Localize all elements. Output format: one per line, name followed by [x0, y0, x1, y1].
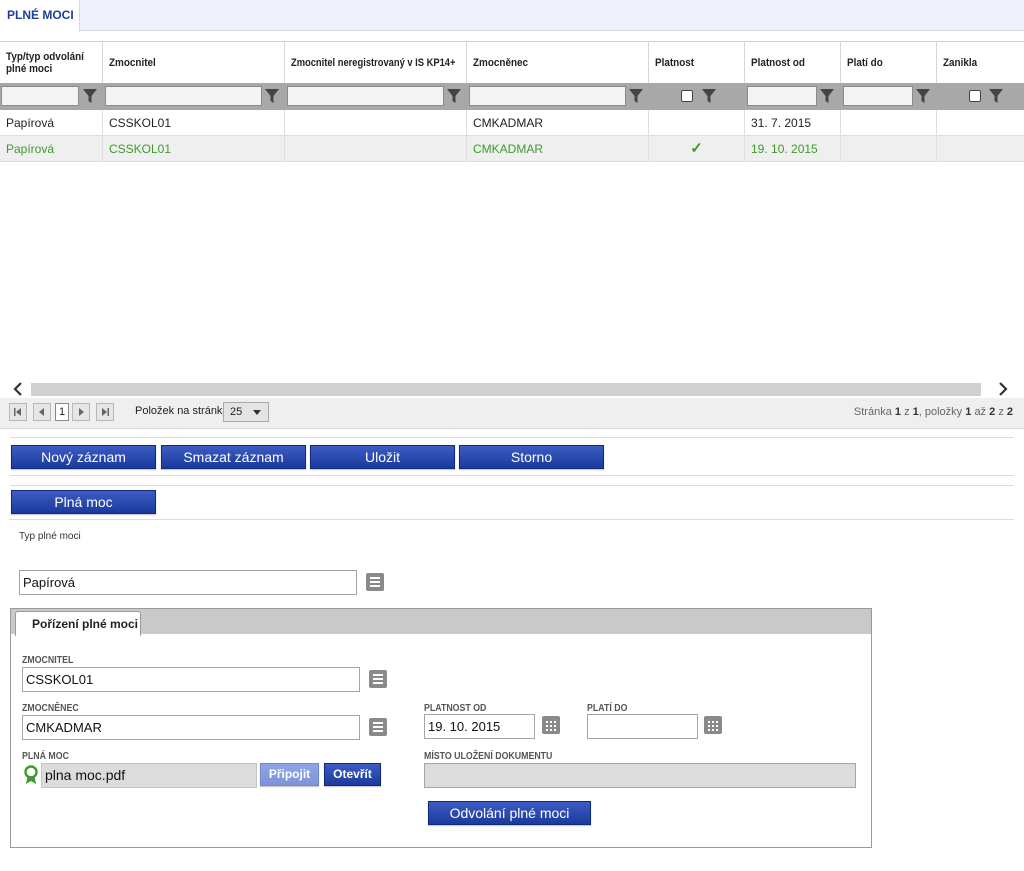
- filter-input-zmocnitel-nereg[interactable]: [287, 86, 444, 106]
- cell-zanikla: [937, 136, 1024, 162]
- column-header-platnost-od[interactable]: Platnost od: [745, 42, 841, 84]
- filter-icon[interactable]: [820, 88, 834, 104]
- prev-page-icon: [39, 408, 44, 416]
- cell-zmocnenec: CMKADMAR: [467, 136, 649, 162]
- list-icon[interactable]: [366, 573, 384, 591]
- tab-porizeni-plne-moci[interactable]: Pořízení plné moci: [15, 611, 141, 636]
- zmocnitel-label: ZMOCNITEL: [22, 655, 74, 666]
- new-record-button[interactable]: Nový záznam: [11, 445, 156, 469]
- filter-icon[interactable]: [83, 88, 97, 104]
- filter-icon[interactable]: [989, 88, 1003, 104]
- zmocnenec-label: ZMOCNĚNEC: [22, 703, 79, 714]
- calendar-icon[interactable]: [704, 716, 722, 734]
- cancel-button[interactable]: Storno: [459, 445, 604, 469]
- column-header-typ[interactable]: Typ/typ odvolání plné moci: [0, 42, 103, 84]
- cell-zmocnitel: CSSKOL01: [103, 136, 285, 162]
- prev-page-button[interactable]: [33, 403, 51, 421]
- typ-plne-moci-label: Typ plné moci: [19, 531, 81, 542]
- cell-zanikla: [937, 110, 1024, 136]
- open-button[interactable]: Otevřít: [324, 763, 381, 786]
- cell-platnost-od: 31. 7. 2015: [745, 110, 841, 136]
- pager: 1 Položek na stránku 25 Stránka 1 z 1, p…: [0, 398, 1024, 429]
- divider: [10, 437, 1014, 438]
- chevron-down-icon: [253, 410, 261, 415]
- calendar-icon[interactable]: [542, 716, 560, 734]
- per-page-select[interactable]: 25: [223, 402, 269, 422]
- cell-typ: Papírová: [0, 110, 103, 136]
- cell-platnost: [649, 110, 745, 136]
- certificate-icon: [24, 765, 38, 784]
- cell-zmocnenec: CMKADMAR: [467, 110, 649, 136]
- cell-typ: Papírová: [0, 136, 103, 162]
- cell-zmocnitel: CSSKOL01: [103, 110, 285, 136]
- misto-ulozeni-field: [424, 763, 856, 788]
- grid-header: Typ/typ odvolání plné moci Zmocnitel Zmo…: [0, 41, 1024, 84]
- next-page-button[interactable]: [72, 403, 90, 421]
- check-icon: ✓: [690, 140, 703, 157]
- scrollbar-thumb[interactable]: [31, 383, 981, 396]
- chevron-left-icon[interactable]: [10, 380, 26, 398]
- column-header-zmocnitel-nereg[interactable]: Zmocnitel neregistrovaný v IS KP14+: [285, 42, 467, 84]
- plati-do-label: PLATÍ DO: [587, 703, 628, 714]
- first-page-icon: [14, 408, 21, 416]
- column-header-plati-do[interactable]: Platí do: [841, 42, 937, 84]
- column-header-zanikla[interactable]: Zanikla: [937, 42, 1024, 84]
- page-info: Stránka 1 z 1, položky 1 až 2 z 2: [853, 406, 1013, 418]
- first-page-button[interactable]: [9, 403, 27, 421]
- delete-record-button[interactable]: Smazat záznam: [161, 445, 306, 469]
- filter-row: [0, 83, 1024, 110]
- tab-plne-moci[interactable]: PLNÉ MOCI: [0, 0, 80, 32]
- typ-plne-moci-field[interactable]: Papírová: [19, 570, 357, 595]
- plna-moc-file-field: plna moc.pdf: [41, 763, 257, 788]
- cell-zmocnitel-nereg: [285, 110, 467, 136]
- filter-input-typ[interactable]: [1, 86, 79, 106]
- plna-moc-section-button[interactable]: Plná moc: [11, 490, 156, 514]
- divider: [10, 485, 1014, 486]
- chevron-right-icon[interactable]: [995, 380, 1011, 398]
- column-header-platnost[interactable]: Platnost: [649, 42, 745, 84]
- per-page-value: 25: [230, 406, 243, 418]
- next-page-icon: [79, 408, 84, 416]
- save-button[interactable]: Uložit: [310, 445, 455, 469]
- cell-zmocnitel-nereg: [285, 136, 467, 162]
- zmocnitel-field[interactable]: CSSKOL01: [22, 667, 360, 692]
- column-header-zmocnenec[interactable]: Zmocněnec: [467, 42, 649, 84]
- last-page-button[interactable]: [96, 403, 114, 421]
- cell-plati-do: [841, 110, 937, 136]
- cell-plati-do: [841, 136, 937, 162]
- plna-moc-label: PLNÁ MOC: [22, 751, 69, 762]
- zmocnenec-field[interactable]: CMKADMAR: [22, 715, 360, 740]
- cell-platnost: ✓: [649, 136, 745, 162]
- filter-icon[interactable]: [447, 88, 461, 104]
- plati-do-field[interactable]: [587, 714, 698, 739]
- filter-input-zmocnitel[interactable]: [105, 86, 262, 106]
- filter-input-zmocnenec[interactable]: [469, 86, 626, 106]
- filter-icon[interactable]: [916, 88, 930, 104]
- list-icon[interactable]: [369, 670, 387, 688]
- column-header-zmocnitel[interactable]: Zmocnitel: [103, 42, 285, 84]
- filter-icon[interactable]: [629, 88, 643, 104]
- filter-icon[interactable]: [702, 88, 716, 104]
- revoke-button[interactable]: Odvolání plné moci: [428, 801, 591, 825]
- platnost-od-field[interactable]: 19. 10. 2015: [424, 714, 535, 739]
- list-icon[interactable]: [369, 718, 387, 736]
- filter-checkbox-platnost[interactable]: [681, 90, 693, 102]
- platnost-od-label: PLATNOST OD: [424, 703, 487, 714]
- last-page-icon: [102, 408, 109, 416]
- filter-icon[interactable]: [265, 88, 279, 104]
- current-page-input[interactable]: 1: [55, 403, 69, 421]
- table-row[interactable]: Papírová CSSKOL01 CMKADMAR 31. 7. 2015: [0, 110, 1024, 136]
- filter-checkbox-zanikla[interactable]: [969, 90, 981, 102]
- per-page-label: Položek na stránku: [135, 405, 229, 417]
- divider: [10, 519, 1014, 520]
- divider: [10, 475, 1014, 476]
- filter-input-plati-do[interactable]: [843, 86, 913, 106]
- tab-strip: [0, 0, 1024, 31]
- cell-platnost-od: 19. 10. 2015: [745, 136, 841, 162]
- misto-ulozeni-label: MÍSTO ULOŽENÍ DOKUMENTU: [424, 751, 553, 762]
- attach-button[interactable]: Připojit: [260, 763, 319, 786]
- filter-input-platnost-od[interactable]: [747, 86, 817, 106]
- table-row-selected[interactable]: Papírová CSSKOL01 CMKADMAR ✓ 19. 10. 201…: [0, 136, 1024, 162]
